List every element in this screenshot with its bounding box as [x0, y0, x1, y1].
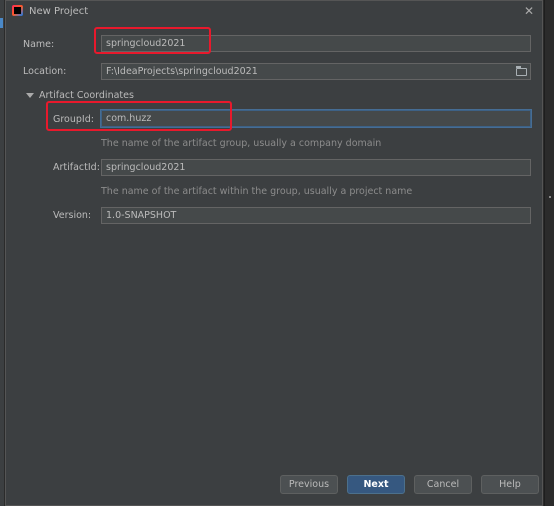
collapse-triangle-icon[interactable] [26, 93, 34, 98]
artifactid-field[interactable] [101, 159, 531, 176]
ide-tab-marker [0, 18, 3, 28]
new-project-dialog: New Project ✕ Name: Location: Artifact C… [5, 0, 543, 506]
artifactid-label: ArtifactId: [53, 162, 100, 173]
dialog-titlebar: New Project ✕ [6, 1, 542, 23]
close-icon[interactable]: ✕ [524, 4, 534, 18]
artifact-coordinates-header[interactable]: Artifact Coordinates [39, 90, 134, 101]
intellij-idea-icon [12, 5, 23, 16]
location-label: Location: [23, 66, 67, 77]
name-label: Name: [23, 39, 55, 50]
artifactid-hint: The name of the artifact within the grou… [101, 186, 413, 197]
browse-folder-icon[interactable] [516, 66, 527, 76]
previous-button[interactable]: Previous [280, 475, 338, 494]
version-label: Version: [53, 210, 92, 221]
groupid-hint: The name of the artifact group, usually … [101, 138, 382, 149]
next-button[interactable]: Next [347, 475, 405, 494]
cancel-button[interactable]: Cancel [414, 475, 472, 494]
help-button[interactable]: Help [481, 475, 539, 494]
background-ide-edge-right [544, 0, 554, 506]
version-field[interactable] [101, 207, 531, 224]
groupid-label: GroupId: [53, 114, 94, 125]
groupid-field[interactable] [101, 110, 531, 127]
name-field[interactable] [101, 35, 531, 52]
ide-dot [549, 196, 551, 198]
dialog-title: New Project [29, 6, 89, 17]
location-field[interactable] [101, 63, 531, 80]
